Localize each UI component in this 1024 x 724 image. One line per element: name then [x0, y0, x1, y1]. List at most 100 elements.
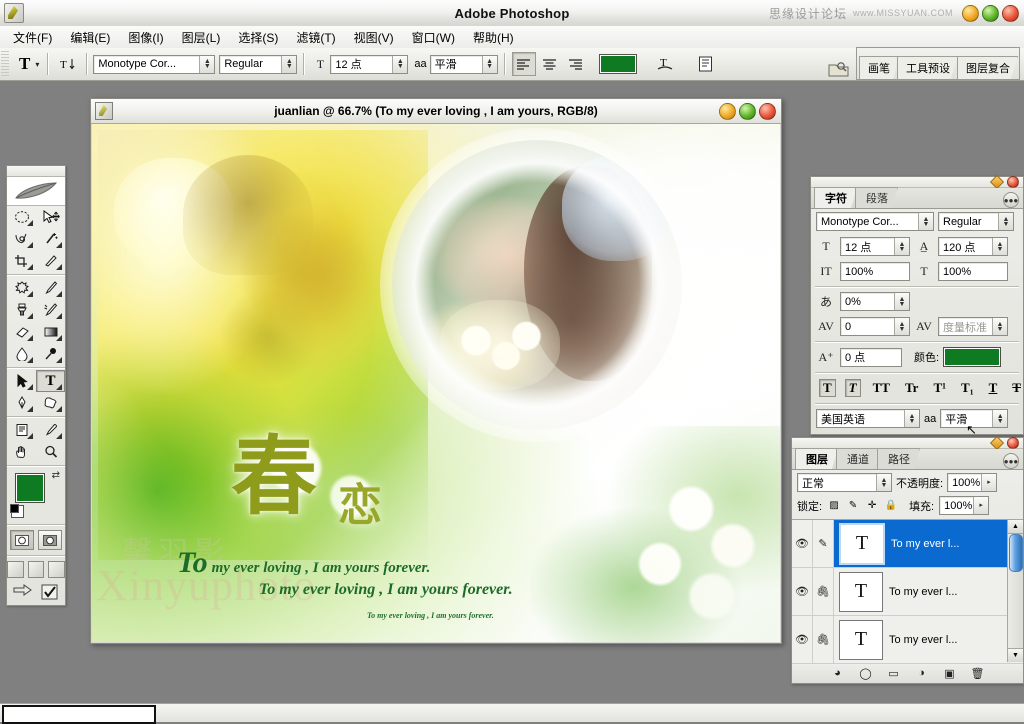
- spinner-icon[interactable]: ▲▼: [482, 56, 497, 73]
- character-panel-grip[interactable]: [811, 177, 1023, 188]
- spinner-icon[interactable]: ▲▼: [894, 238, 909, 255]
- font-size-select[interactable]: 12 点 ▲▼: [330, 55, 408, 74]
- layer-thumbnail[interactable]: T: [839, 523, 885, 565]
- spinner-icon[interactable]: ▲▼: [281, 56, 296, 73]
- spinner-icon[interactable]: ▲▼: [199, 56, 214, 73]
- scroll-up-button[interactable]: ▲: [1008, 520, 1023, 534]
- panel-menu-icon[interactable]: ●●●: [1003, 453, 1019, 469]
- vertical-scale-input[interactable]: 100%: [840, 262, 910, 281]
- pen-tool[interactable]: [7, 392, 36, 414]
- path-selection-tool[interactable]: [7, 370, 36, 392]
- layer-link-icon[interactable]: 🖇: [813, 616, 834, 663]
- layer-visibility-toggle[interactable]: 👁: [792, 568, 813, 615]
- crop-tool[interactable]: [7, 250, 36, 272]
- layer-brush-icon[interactable]: ✎: [813, 520, 834, 567]
- spinner-icon[interactable]: ▲▼: [992, 318, 1007, 335]
- spinner-icon[interactable]: ▲▼: [992, 410, 1007, 427]
- notes-tool[interactable]: [7, 419, 36, 441]
- custom-shape-tool[interactable]: [36, 392, 65, 414]
- tab-paragraph[interactable]: 段落: [855, 187, 898, 208]
- scroll-down-button[interactable]: ▼: [1008, 648, 1023, 662]
- lock-image-icon[interactable]: ✎: [846, 499, 860, 513]
- marquee-tool[interactable]: [7, 206, 36, 228]
- magic-wand-tool[interactable]: [36, 228, 65, 250]
- tab-channels[interactable]: 通道: [836, 448, 879, 469]
- lasso-tool[interactable]: [7, 228, 36, 250]
- fill-slider-arrow-icon[interactable]: ▸: [973, 497, 988, 514]
- layer-link-icon[interactable]: 🖇: [813, 568, 834, 615]
- char-font-style-select[interactable]: Regular ▲▼: [938, 212, 1014, 231]
- panel-menu-icon[interactable]: ●●●: [1003, 192, 1019, 208]
- text-color-swatch[interactable]: [599, 54, 637, 74]
- spinner-icon[interactable]: ▲▼: [998, 213, 1013, 230]
- align-right-button[interactable]: [564, 52, 588, 76]
- quick-mask-mode-button[interactable]: [38, 530, 62, 550]
- align-left-button[interactable]: [512, 52, 536, 76]
- character-palette-button[interactable]: [694, 52, 718, 76]
- close-icon[interactable]: [1007, 437, 1019, 449]
- standard-mode-button[interactable]: [10, 530, 34, 550]
- lock-transparency-icon[interactable]: ▨: [827, 499, 841, 513]
- well-tab-layer-comps[interactable]: 图层复合: [957, 56, 1018, 79]
- menu-filter[interactable]: 滤镜(T): [287, 27, 344, 48]
- well-tab-brushes[interactable]: 画笔: [859, 56, 898, 79]
- foreground-color-swatch[interactable]: [16, 474, 44, 502]
- default-colors-icon[interactable]: [11, 505, 24, 518]
- layer-visibility-toggle[interactable]: 👁: [792, 520, 813, 567]
- fill-input[interactable]: 100% ▸: [939, 496, 989, 515]
- align-center-button[interactable]: [538, 52, 562, 76]
- subscript-button[interactable]: T₁: [958, 380, 977, 396]
- scrollbar-thumb[interactable]: [1009, 534, 1023, 572]
- minimize-icon[interactable]: [990, 175, 1004, 189]
- char-antialias-select[interactable]: 平滑 ▲▼: [940, 409, 1008, 428]
- spinner-icon[interactable]: ▲▼: [992, 238, 1007, 255]
- layer-mask-button[interactable]: ◯: [858, 666, 873, 680]
- spinner-icon[interactable]: ▲▼: [904, 410, 919, 427]
- layers-panel-grip[interactable]: [792, 438, 1023, 449]
- chevron-down-icon[interactable]: ▾: [35, 60, 39, 69]
- delete-layer-button[interactable]: 🗑: [970, 666, 985, 680]
- opacity-slider-arrow-icon[interactable]: ▸: [981, 474, 996, 491]
- new-layer-button[interactable]: ▣: [942, 666, 957, 680]
- canvas[interactable]: 馨羽影 Xinyuphoto 春 恋 Tomy ever loving , I …: [92, 124, 780, 642]
- tab-paths[interactable]: 路径: [877, 448, 920, 469]
- eraser-tool[interactable]: [7, 321, 36, 343]
- language-select[interactable]: 美国英语 ▲▼: [816, 409, 920, 428]
- menu-help[interactable]: 帮助(H): [464, 27, 523, 48]
- hand-tool[interactable]: [7, 441, 36, 463]
- type-tool[interactable]: T: [36, 370, 65, 392]
- history-brush-tool[interactable]: [36, 299, 65, 321]
- baseline-shift-input[interactable]: 0 点: [840, 348, 902, 367]
- layer-name[interactable]: To my ever l...: [889, 634, 957, 646]
- layer-visibility-toggle[interactable]: 👁: [792, 616, 813, 663]
- warp-text-button[interactable]: T: [653, 52, 677, 76]
- opacity-input[interactable]: 100% ▸: [947, 473, 997, 492]
- tsume-select[interactable]: 0% ▲▼: [840, 292, 910, 311]
- minimize-icon[interactable]: [990, 436, 1004, 450]
- current-tool-preview[interactable]: T ▾: [11, 54, 41, 74]
- underline-button[interactable]: T: [986, 380, 1001, 396]
- antialias-select[interactable]: 平滑 ▲▼: [430, 55, 498, 74]
- healing-brush-tool[interactable]: [7, 277, 36, 299]
- toolbox-grip[interactable]: [7, 166, 65, 177]
- tab-layers[interactable]: 图层: [795, 448, 838, 469]
- faux-italic-button[interactable]: T: [845, 379, 861, 397]
- leading-select[interactable]: 120 点 ▲▼: [938, 237, 1008, 256]
- taskbar-item[interactable]: [2, 705, 156, 724]
- font-family-select[interactable]: Monotype Cor... ▲▼: [93, 55, 215, 74]
- spinner-icon[interactable]: ▲▼: [876, 474, 891, 491]
- swap-colors-icon[interactable]: ⇄: [52, 470, 60, 481]
- new-group-button[interactable]: ▭: [886, 666, 901, 680]
- layer-list-scrollbar[interactable]: ▲ ▼: [1007, 520, 1023, 662]
- spinner-icon[interactable]: ▲▼: [392, 56, 407, 73]
- char-font-family-select[interactable]: Monotype Cor... ▲▼: [816, 212, 934, 231]
- document-title-bar[interactable]: juanlian @ 66.7% (To my ever loving , I …: [91, 99, 781, 124]
- menu-view[interactable]: 视图(V): [345, 27, 403, 48]
- brush-tool[interactable]: [36, 277, 65, 299]
- blend-mode-select[interactable]: 正常 ▲▼: [797, 473, 892, 492]
- blur-tool[interactable]: [7, 343, 36, 365]
- standard-screen-mode-button[interactable]: [7, 561, 24, 578]
- gradient-tool[interactable]: [36, 321, 65, 343]
- menu-select[interactable]: 选择(S): [229, 27, 287, 48]
- jump-to-imageready-icon[interactable]: [13, 584, 35, 600]
